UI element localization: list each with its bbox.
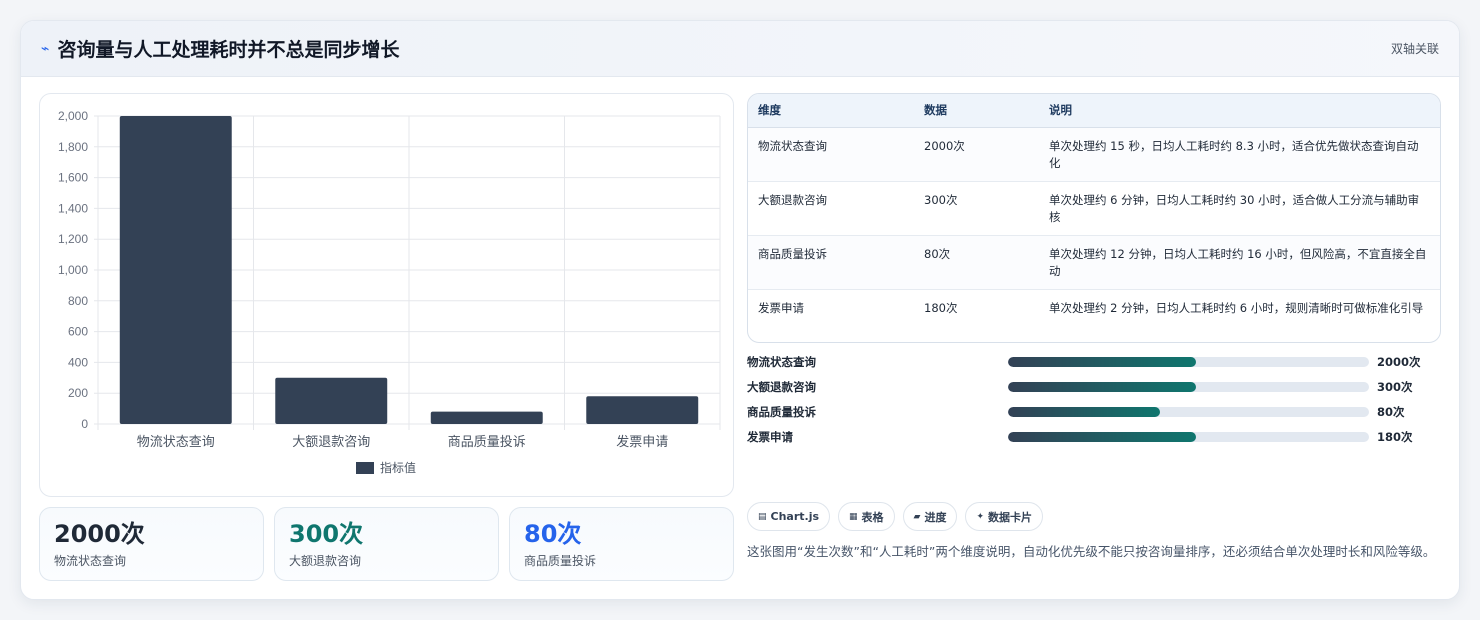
progress-track: [1008, 431, 1369, 442]
progress-track: [1008, 406, 1369, 417]
y-tick-label: 2,000: [58, 109, 88, 123]
x-tick-label: 物流状态查询: [137, 435, 215, 450]
summary-note: 这张图用“发生次数”和“人工耗时”两个维度说明，自动化优先级不能只按咨询量排序，…: [747, 544, 1436, 559]
progress-fill: [1008, 381, 1196, 392]
table-header-row: 维度 数据 说明: [748, 94, 1440, 128]
table-cell: 商品质量投诉: [748, 235, 914, 290]
table-cell: 物流状态查询: [748, 127, 914, 182]
bar: [586, 396, 699, 424]
bar: [430, 411, 543, 424]
tech-pills: ▤ Chart.js ▦ 表格 ▰ 进度 ✦ 数据卡片: [747, 502, 1044, 531]
y-tick-label: 1,200: [58, 232, 88, 246]
sparkle-icon: ✦: [976, 511, 985, 522]
x-tick-label: 发票申请: [616, 434, 668, 450]
progress-fill: [1008, 406, 1160, 417]
progress-icon: ▰: [913, 511, 921, 522]
x-tick-label: 大额退款咨询: [292, 435, 370, 450]
table-row: 商品质量投诉 80次 单次处理约 12 分钟，日均人工耗时约 16 小时，但风险…: [748, 235, 1440, 290]
progress-value: 2000次: [1377, 354, 1421, 369]
table-cell: 发票申请: [758, 300, 804, 315]
pill-label: 表格: [861, 510, 884, 524]
progress-value: 80次: [1377, 404, 1405, 419]
progress-label: 商品质量投诉: [747, 404, 816, 419]
progress-value: 180次: [1377, 429, 1413, 444]
data-table: 维度 数据 说明 物流状态查询 2000次 单次处理约 15 秒，日均人工耗时约…: [747, 93, 1441, 343]
pill-label: Chart.js: [770, 510, 820, 523]
table-cell: 300次: [914, 181, 1039, 236]
progress-list: 物流状态查询 2000次 大额退款咨询 300次 商品质量投诉 80次 发票申请…: [747, 349, 1441, 449]
y-tick-label: 400: [68, 355, 88, 369]
bar: [119, 116, 232, 424]
kpi-card: 80次 商品质量投诉: [509, 507, 734, 581]
table-row: 大额退款咨询 300次 单次处理约 6 分钟，日均人工耗时约 30 小时，适合做…: [748, 181, 1440, 236]
kpi-card: 2000次 物流状态查询: [39, 507, 264, 581]
progress-label: 大额退款咨询: [747, 379, 816, 394]
table-cell: 单次处理约 6 分钟，日均人工耗时约 30 小时，适合做人工分流与辅助审核: [1039, 181, 1440, 236]
progress-fill: [1008, 431, 1196, 442]
progress-label: 物流状态查询: [747, 354, 816, 369]
y-tick-label: 200: [68, 386, 88, 400]
x-tick-label: 商品质量投诉: [448, 434, 526, 450]
bar: [275, 377, 388, 424]
y-tick-label: 800: [68, 294, 88, 308]
table-cell: 单次处理约 2 分钟，日均人工耗时约 6 小时，规则清晰时可做标准化引导: [1049, 300, 1424, 315]
legend-swatch: [356, 462, 374, 474]
table-cell: 80次: [914, 235, 1039, 290]
table-row: 发票申请 180次 单次处理约 2 分钟，日均人工耗时约 6 小时，规则清晰时可…: [748, 289, 1440, 342]
kpi-row: 2000次 物流状态查询 300次 大额退款咨询 80次 商品质量投诉: [39, 507, 734, 581]
progress-fill: [1008, 356, 1196, 367]
pill-data-card[interactable]: ✦ 数据卡片: [965, 502, 1044, 531]
kpi-value: 300次: [289, 520, 364, 548]
bar-chart-svg: 0 200 400 600 800 1,000 1,200 1,400 1,600 1,800 2,…: [58, 109, 721, 475]
y-tick-label: 1,800: [58, 140, 88, 154]
table-row: 物流状态查询 2000次 单次处理约 15 秒，日均人工耗时约 8.3 小时，适…: [748, 127, 1440, 182]
progress-label: 发票申请: [747, 429, 793, 444]
progress-row: 物流状态查询 2000次: [747, 349, 1441, 374]
pill-label: 进度: [924, 510, 947, 524]
y-tick-label: 0: [81, 417, 88, 431]
kpi-value: 80次: [524, 520, 582, 548]
kpi-label: 商品质量投诉: [524, 554, 597, 568]
progress-track: [1008, 381, 1369, 392]
kpi-value: 2000次: [54, 520, 145, 548]
table-header-desc: 说明: [1039, 94, 1440, 128]
pill-progress[interactable]: ▰ 进度: [902, 502, 958, 531]
table-cell: 单次处理约 15 秒，日均人工耗时约 8.3 小时，适合优先做状态查询自动化: [1039, 127, 1440, 182]
progress-row: 发票申请 180次: [747, 424, 1441, 449]
y-tick-label: 1,400: [58, 201, 88, 215]
chart-icon: ▤: [758, 511, 767, 522]
table-header-data: 数据: [914, 94, 1039, 128]
progress-track: [1008, 356, 1369, 367]
table-cell: 180次: [924, 300, 958, 315]
kpi-label: 大额退款咨询: [289, 554, 362, 568]
card-header: ⌁ 咨询量与人工处理耗时并不总是同步增长 双轴关联: [21, 21, 1459, 77]
page-title: 咨询量与人工处理耗时并不总是同步增长: [57, 39, 400, 61]
y-tick-label: 1,600: [58, 171, 88, 185]
dashboard-card: ⌁ 咨询量与人工处理耗时并不总是同步增长 双轴关联 0 200 400 600 800 1…: [20, 20, 1460, 600]
pill-label: 数据卡片: [988, 510, 1033, 524]
progress-row: 商品质量投诉 80次: [747, 399, 1441, 424]
kpi-label: 物流状态查询: [54, 554, 127, 568]
pill-chartjs[interactable]: ▤ Chart.js: [747, 502, 831, 531]
dual-axis-tag: 双轴关联: [1390, 42, 1439, 56]
pill-table[interactable]: ▦ 表格: [838, 502, 895, 531]
y-tick-label: 600: [68, 325, 88, 339]
table-cell: 大额退款咨询: [748, 181, 914, 236]
table-icon: ▦: [849, 511, 858, 522]
bar-chart: 0 200 400 600 800 1,000 1,200 1,400 1,600 1,800 2,…: [39, 93, 734, 497]
progress-row: 大额退款咨询 300次: [747, 374, 1441, 399]
kpi-card: 300次 大额退款咨询: [274, 507, 499, 581]
progress-value: 300次: [1377, 379, 1413, 394]
table-cell: 单次处理约 12 分钟，日均人工耗时约 16 小时，但风险高，不宜直接全自动: [1039, 235, 1440, 290]
legend-label: 指标值: [380, 460, 416, 475]
table-cell: 2000次: [914, 127, 1039, 182]
table-header-dimension: 维度: [748, 94, 914, 128]
y-tick-label: 1,000: [58, 263, 88, 277]
bolt-icon: ⌁: [41, 40, 50, 57]
